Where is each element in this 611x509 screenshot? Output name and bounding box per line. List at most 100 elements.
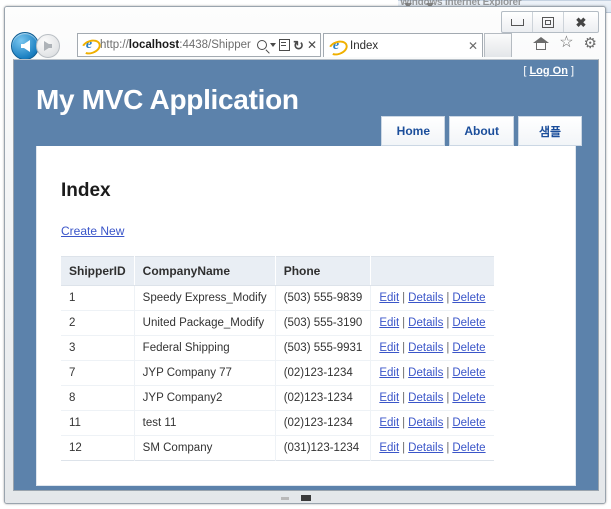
cell-phone: (02)123-1234 (275, 360, 372, 386)
delete-link[interactable]: Delete (452, 392, 485, 404)
search-icon[interactable] (257, 40, 268, 50)
action-separator: | (402, 367, 406, 379)
details-link[interactable]: Details (408, 342, 443, 354)
cell-companyname: test 11 (134, 410, 276, 436)
desktop-backdrop: Windows Internet Explorer ✖ e http://loc… (0, 0, 611, 509)
cell-phone: (02)123-1234 (275, 385, 372, 411)
details-link[interactable]: Details (408, 292, 443, 304)
cell-phone: (02)123-1234 (275, 410, 372, 436)
edit-link[interactable]: Edit (379, 317, 399, 329)
cell-phone: (503) 555-3190 (275, 310, 372, 336)
details-link[interactable]: Details (408, 442, 443, 454)
close-button[interactable]: ✖ (564, 12, 598, 32)
tab-favicon-icon: e (326, 38, 350, 58)
details-link[interactable]: Details (408, 317, 443, 329)
edit-link[interactable]: Edit (379, 442, 399, 454)
edit-link[interactable]: Edit (379, 342, 399, 354)
action-separator: | (402, 317, 406, 329)
cell-companyname: Federal Shipping (134, 335, 276, 361)
browser-window: ✖ e http://localhost:4438/Shipper ↻ ✕ e … (4, 6, 606, 504)
details-link[interactable]: Details (408, 417, 443, 429)
action-separator: | (402, 392, 406, 404)
home-icon[interactable] (533, 36, 550, 50)
back-button[interactable] (11, 32, 39, 60)
delete-link[interactable]: Delete (452, 342, 485, 354)
cell-companyname: JYP Company2 (134, 385, 276, 411)
restore-button[interactable] (533, 12, 564, 32)
action-separator: | (446, 317, 450, 329)
window-controls: ✖ (501, 11, 599, 33)
logon-link[interactable]: Log On (529, 65, 568, 77)
cell-actions: Edit | Details | Delete (370, 385, 494, 411)
main-nav: Home About 샘플 (381, 116, 582, 146)
cell-companyname: United Package_Modify (134, 310, 276, 336)
create-new-link[interactable]: Create New (61, 224, 124, 238)
page-title: Index (61, 180, 111, 201)
cell-actions: Edit | Details | Delete (371, 436, 494, 461)
cell-actions: Edit | Details | Delete (370, 310, 494, 336)
delete-link[interactable]: Delete (452, 292, 485, 304)
gear-icon[interactable]: ⚙ (584, 36, 597, 51)
table-header: ShipperID CompanyName Phone (61, 256, 494, 286)
edit-link[interactable]: Edit (379, 367, 399, 379)
action-separator: | (402, 417, 406, 429)
table-row: 8 JYP Company2 (02)123-1234 Edit | Details | De… (61, 385, 494, 411)
edit-link[interactable]: Edit (379, 292, 399, 304)
tab-label: Index (350, 39, 379, 52)
action-separator: | (446, 417, 450, 429)
shipper-table: ShipperID CompanyName Phone 1 Speedy Expr… (61, 256, 494, 461)
table-body: 1 Speedy Express_Modify (503) 555-9839 Edit… (61, 285, 494, 461)
table-row: 3 Federal Shipping (503) 555-9931 Edit | Deta… (61, 335, 494, 361)
delete-link[interactable]: Delete (452, 317, 485, 329)
nav-item-home[interactable]: Home (381, 116, 446, 146)
page-viewport: [Log On] My MVC Application Home About 샘… (13, 59, 599, 491)
table-row: 11 test 11 (02)123-1234 Edit | Details | Delete (61, 410, 494, 436)
nav-item-home-label: Home (396, 124, 431, 138)
new-tab-button[interactable] (484, 33, 512, 57)
tab-close-icon[interactable]: ✕ (468, 40, 478, 52)
browser-tool-icons: ☆ ⚙ (533, 35, 597, 51)
close-icon: ✖ (575, 14, 587, 30)
tab-index[interactable]: e Index ✕ (323, 33, 483, 58)
edit-link[interactable]: Edit (379, 392, 399, 404)
details-link[interactable]: Details (408, 392, 443, 404)
compatibility-view-icon[interactable] (279, 39, 291, 51)
cell-companyname: SM Company (134, 435, 276, 461)
action-separator: | (446, 292, 450, 304)
column-header-companyname: CompanyName (134, 256, 276, 286)
internet-explorer-icon: e (79, 37, 103, 57)
cell-actions: Edit | Details | Delete (370, 410, 494, 436)
column-header-actions (370, 256, 494, 286)
action-separator: | (446, 367, 450, 379)
table-row: 12 SM Company (031)123-1234 Edit | Details | De… (61, 435, 494, 461)
delete-link[interactable]: Delete (452, 417, 485, 429)
refresh-icon[interactable]: ↻ (293, 39, 304, 52)
chevron-down-icon[interactable] (270, 43, 277, 47)
favorites-star-icon[interactable]: ☆ (559, 35, 573, 51)
nav-item-sample[interactable]: 샘플 (518, 116, 582, 146)
action-separator: | (402, 442, 406, 454)
table-row: 1 Speedy Express_Modify (503) 555-9839 Edit… (61, 285, 494, 311)
url-text: http://localhost:4438/Shipper (100, 39, 251, 51)
nav-item-about[interactable]: About (449, 116, 514, 146)
site-header: [Log On] My MVC Application Home About 샘… (14, 60, 598, 146)
restore-icon (542, 16, 554, 28)
cell-shipperid: 7 (61, 360, 135, 386)
action-separator: | (402, 292, 406, 304)
table-row: 2 United Package_Modify (503) 555-3190 Edit… (61, 310, 494, 336)
cell-phone: (503) 555-9839 (275, 285, 372, 311)
edit-link[interactable]: Edit (379, 417, 399, 429)
address-bar[interactable]: e http://localhost:4438/Shipper ↻ ✕ (77, 33, 321, 57)
window-bottom-marker-light (281, 497, 289, 500)
delete-link[interactable]: Delete (452, 367, 485, 379)
stop-icon[interactable]: ✕ (307, 39, 317, 51)
cell-companyname: Speedy Express_Modify (134, 285, 276, 311)
minimize-button[interactable] (502, 12, 533, 32)
cell-shipperid: 2 (61, 310, 135, 336)
forward-button[interactable] (36, 34, 60, 58)
details-link[interactable]: Details (408, 367, 443, 379)
logon-bracket-close: ] (570, 65, 574, 77)
cell-shipperid: 1 (61, 285, 135, 311)
delete-link[interactable]: Delete (452, 442, 485, 454)
cell-companyname: JYP Company 77 (134, 360, 276, 386)
